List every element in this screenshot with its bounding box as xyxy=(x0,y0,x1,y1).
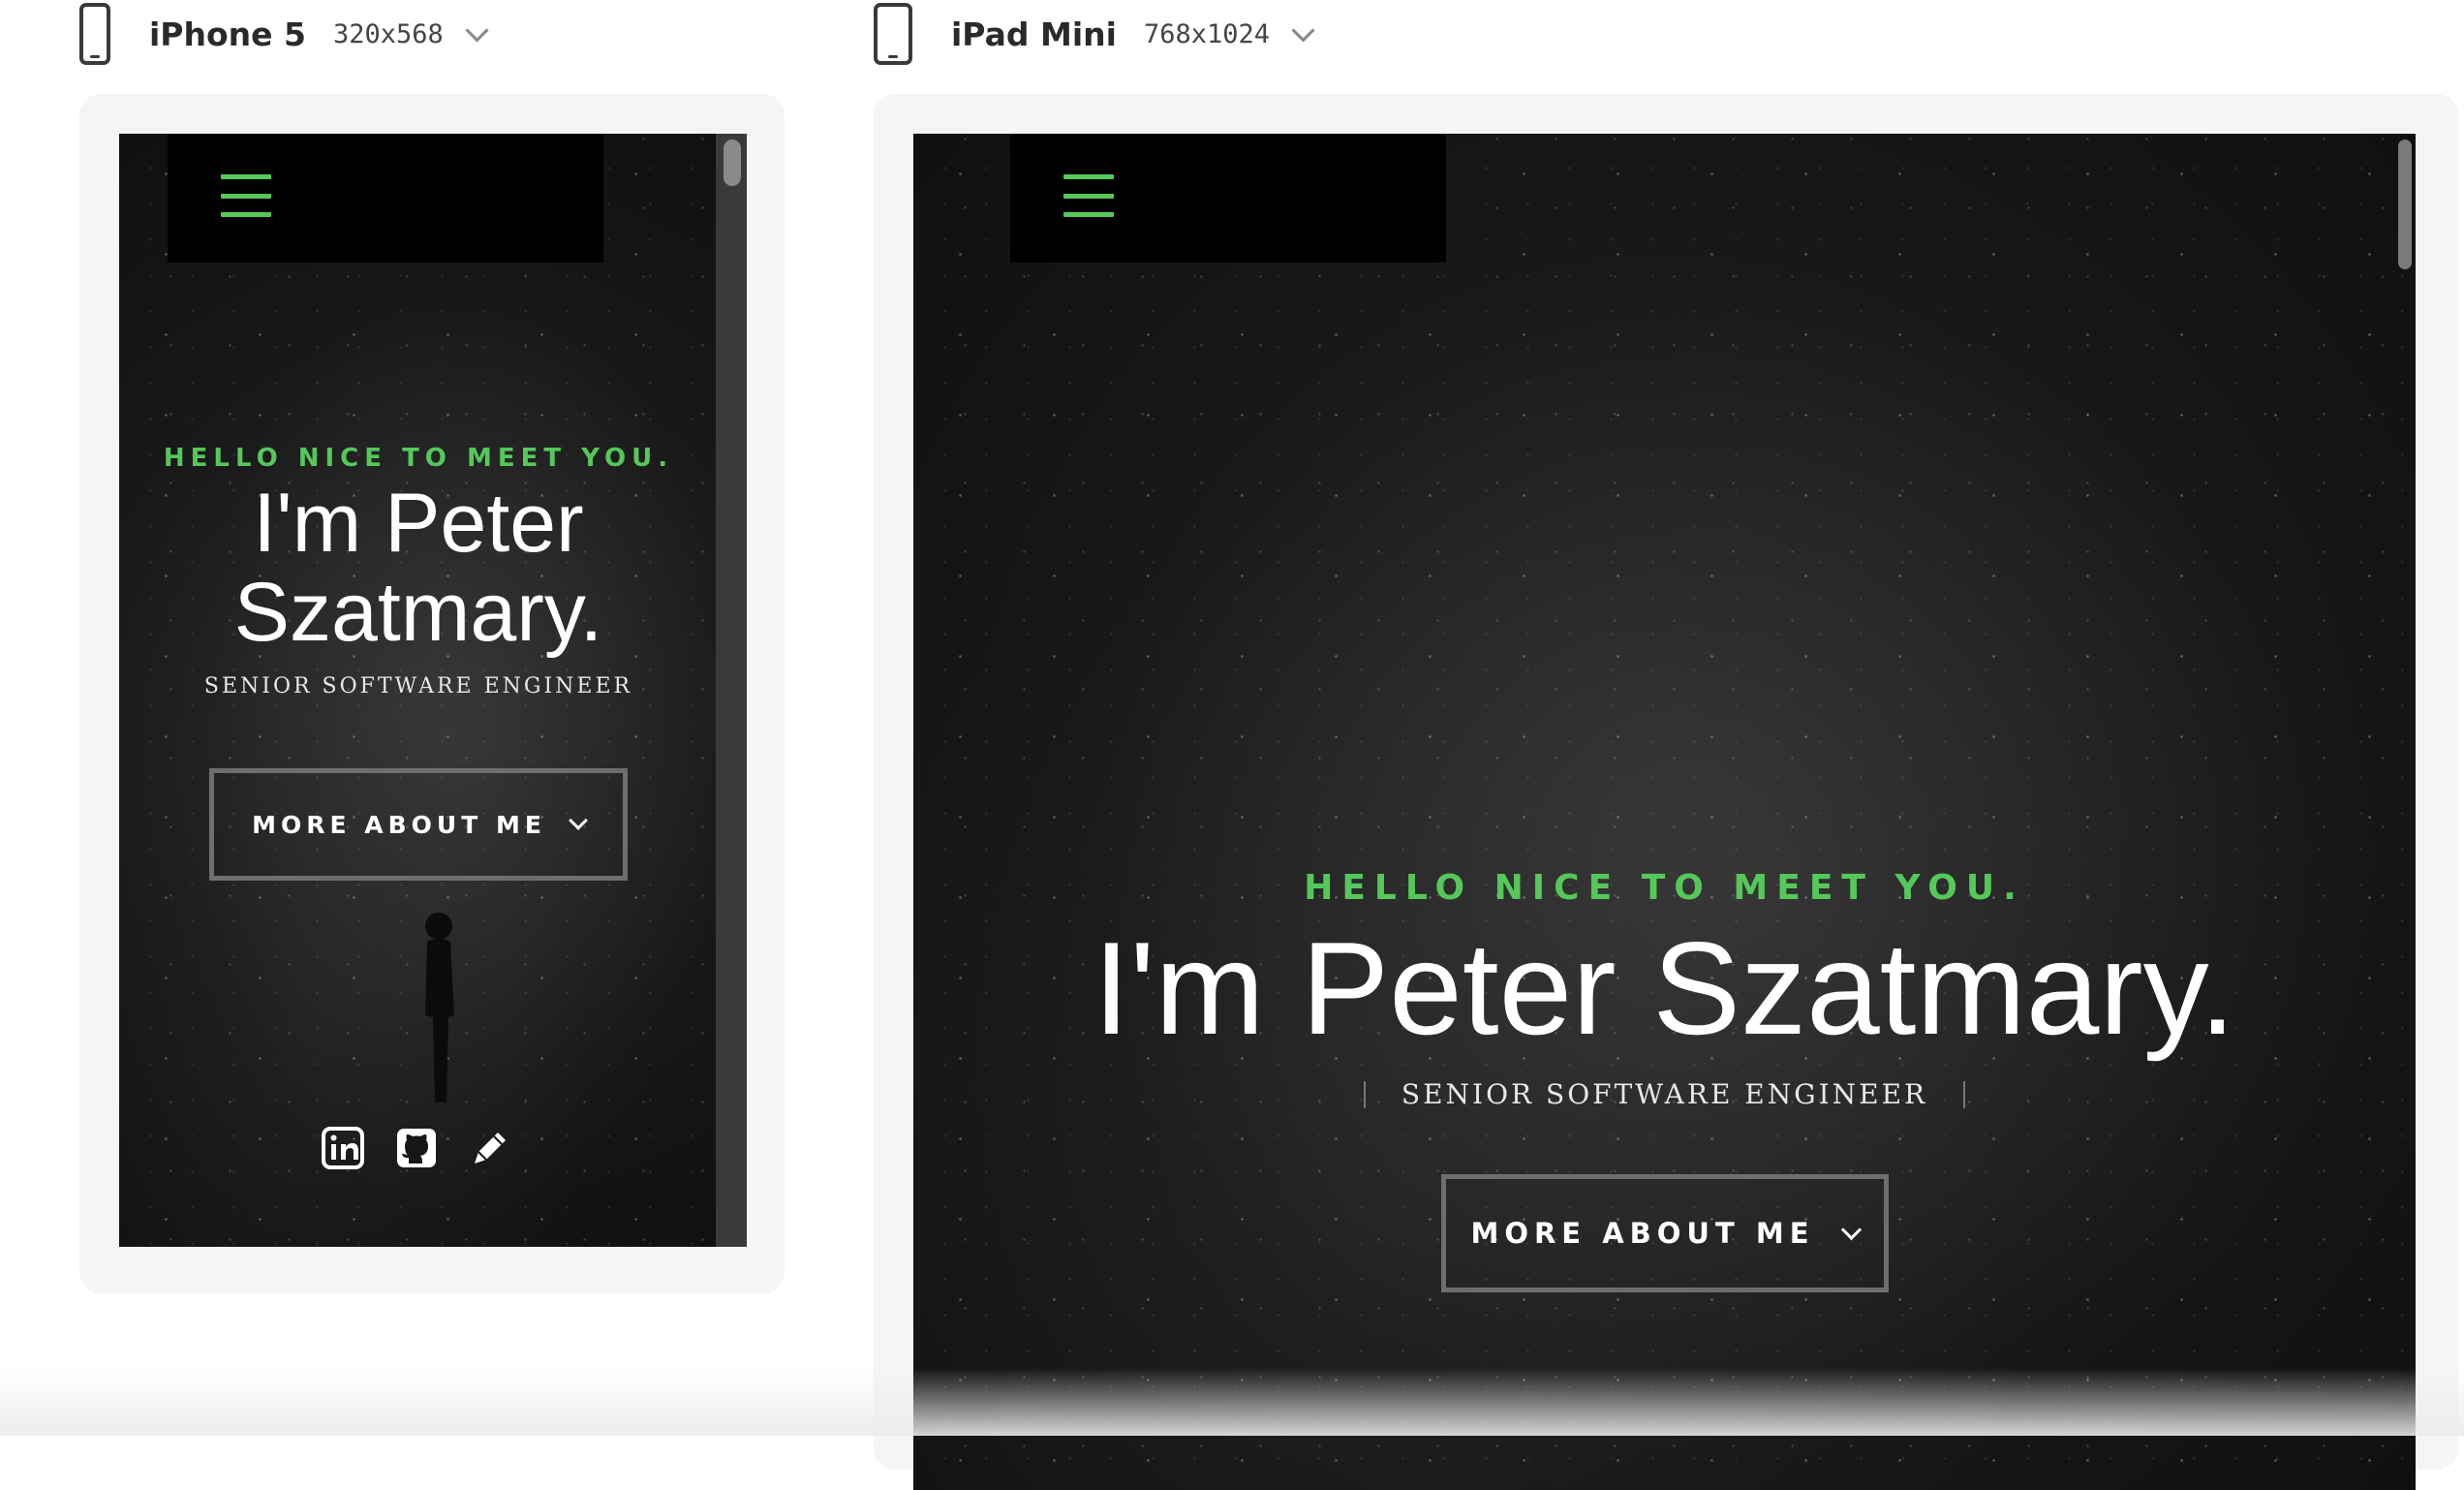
hero: HELLO NICE TO MEET YOU. I'm Peter Szatma… xyxy=(913,868,2416,1292)
scrollbar-thumb[interactable] xyxy=(724,140,741,186)
more-about-me-button[interactable]: MORE ABOUT ME xyxy=(1440,1174,1889,1292)
divider-right xyxy=(1963,1080,1966,1108)
hero: HELLO NICE TO MEET YOU. I'm Peter Szatma… xyxy=(119,444,718,881)
device-name: iPad Mini xyxy=(951,15,1117,53)
role-subtitle: SENIOR SOFTWARE ENGINEER xyxy=(1401,1078,1928,1110)
iphone-screen[interactable]: HELLO NICE TO MEET YOU. I'm Peter Szatma… xyxy=(119,134,747,1247)
name-heading-line2: Szatmary. xyxy=(233,566,603,659)
greeting-text: HELLO NICE TO MEET YOU. xyxy=(1304,868,2025,908)
menu-hamburger-icon[interactable] xyxy=(221,174,271,217)
greeting-text: HELLO NICE TO MEET YOU. xyxy=(163,444,674,473)
device-name: iPhone 5 xyxy=(149,15,306,53)
nav-bar xyxy=(168,134,603,263)
device-header-ipad: iPad Mini 768x1024 xyxy=(874,0,1745,68)
role-subtitle: SENIOR SOFTWARE ENGINEER xyxy=(203,674,633,698)
menu-hamburger-icon[interactable] xyxy=(1063,174,1114,217)
tablet-device-icon xyxy=(874,3,912,65)
name-heading: I'm Peter Szatmary. xyxy=(1093,915,2236,1062)
more-about-me-button[interactable]: MORE ABOUT ME xyxy=(209,768,628,881)
more-about-me-label: MORE ABOUT ME xyxy=(1470,1217,1815,1250)
device-header-iphone: iPhone 5 320x568 xyxy=(79,0,816,68)
ipad-preview-frame: HELLO NICE TO MEET YOU. I'm Peter Szatma… xyxy=(874,94,2458,1490)
divider-left xyxy=(1363,1080,1366,1108)
person-silhouette-image xyxy=(425,913,454,1102)
more-about-me-label: MORE ABOUT ME xyxy=(252,810,546,839)
chevron-down-icon xyxy=(1840,1219,1862,1240)
role-row: SENIOR SOFTWARE ENGINEER xyxy=(913,1078,2416,1110)
chevron-down-icon xyxy=(569,811,588,830)
phone-device-icon xyxy=(79,3,110,65)
social-links xyxy=(320,1125,513,1171)
name-heading-line1: I'm Peter xyxy=(253,477,584,570)
device-select-chevron-icon[interactable] xyxy=(1291,17,1315,43)
linkedin-icon[interactable] xyxy=(320,1125,366,1171)
iphone-preview-frame: HELLO NICE TO MEET YOU. I'm Peter Szatma… xyxy=(79,94,785,1293)
page-bottom-fade xyxy=(0,1368,2464,1436)
ipad-screen[interactable]: HELLO NICE TO MEET YOU. I'm Peter Szatma… xyxy=(913,134,2416,1490)
device-select-chevron-icon[interactable] xyxy=(465,17,489,43)
pencil-icon[interactable] xyxy=(467,1125,513,1171)
scrollbar-thumb[interactable] xyxy=(2398,140,2412,269)
nav-bar xyxy=(1010,134,1446,263)
scrollbar[interactable] xyxy=(716,134,747,1247)
device-size: 320x568 xyxy=(333,18,444,49)
device-size: 768x1024 xyxy=(1143,18,1270,49)
github-icon[interactable] xyxy=(393,1125,440,1171)
